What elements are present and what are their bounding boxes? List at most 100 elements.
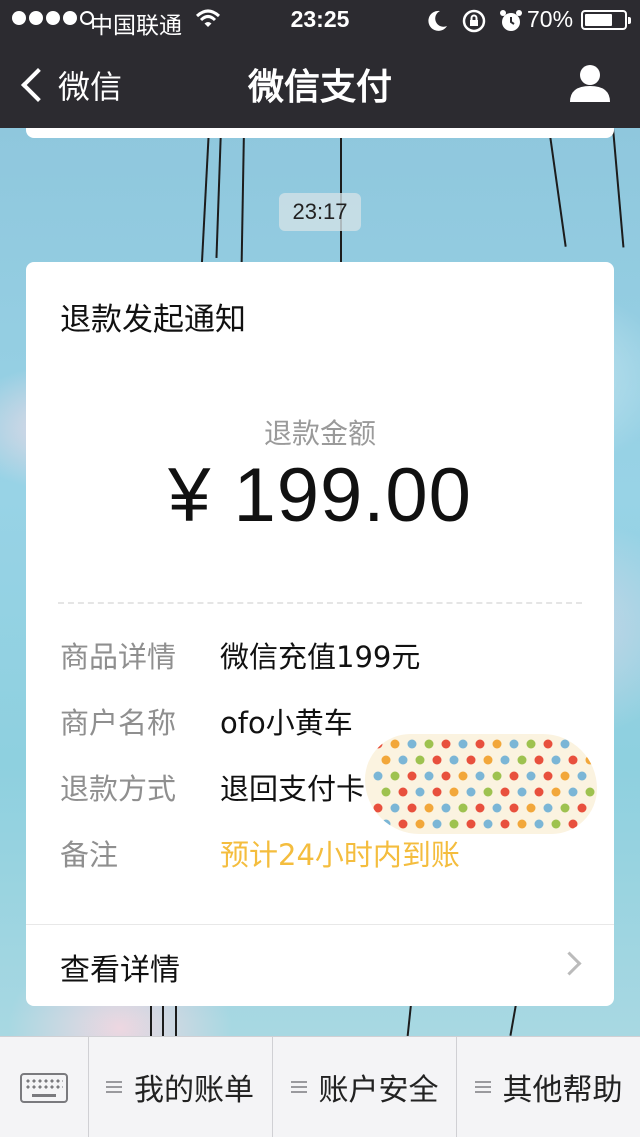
view-details-button[interactable]: 查看详情 xyxy=(26,925,614,1005)
sticker-dot xyxy=(449,787,459,797)
background-wire xyxy=(509,1004,517,1036)
sticker-dot xyxy=(526,739,536,749)
moon-icon xyxy=(428,10,447,31)
sticker-dot xyxy=(466,787,476,797)
sticker-dot xyxy=(551,787,561,797)
sticker-dot xyxy=(390,803,400,813)
row-value: 预计24小时内到账 xyxy=(220,838,460,872)
sticker-dot xyxy=(449,819,459,829)
refund-notification-card[interactable]: 退款发起通知 退款金额 ¥ 199.00 商品详情 微信充值199元 商户名称 of… xyxy=(26,262,614,1006)
sticker-dot xyxy=(475,771,485,781)
sticker-dot xyxy=(415,755,425,765)
sticker-dot xyxy=(568,787,578,797)
menu-icon xyxy=(474,1078,491,1096)
sticker-dot xyxy=(577,771,587,781)
sticker-dot xyxy=(424,771,434,781)
sticker-dot xyxy=(568,819,578,829)
sticker-dot xyxy=(517,819,527,829)
background-wire xyxy=(215,128,222,258)
menu-my-bills[interactable]: 我的账单 xyxy=(88,1037,273,1137)
sticker-dot xyxy=(543,771,553,781)
sticker-dot xyxy=(534,787,544,797)
redaction-sticker xyxy=(365,734,597,834)
battery-level xyxy=(585,14,612,26)
sticker-dot xyxy=(424,803,434,813)
status-icons xyxy=(428,9,522,33)
sticker-dot xyxy=(458,771,468,781)
profile-icon[interactable] xyxy=(569,64,611,102)
top-bar: 中国联通 23:25 70% 微信 微信支付 xyxy=(0,0,640,128)
bottom-menu: 我的账单 账户安全 其他帮助 xyxy=(0,1036,640,1137)
sticker-dot xyxy=(381,819,391,829)
sticker-dot xyxy=(483,787,493,797)
card-title: 退款发起通知 xyxy=(60,302,246,338)
sticker-dot xyxy=(441,739,451,749)
detail-row-refund-method: 退款方式 退回支付卡( xyxy=(60,766,376,808)
menu-account-security[interactable]: 账户安全 xyxy=(273,1037,457,1137)
sticker-dot xyxy=(381,755,391,765)
sticker-dot xyxy=(458,803,468,813)
menu-label: 我的账单 xyxy=(134,1073,254,1108)
sticker-dot xyxy=(500,787,510,797)
sticker-dot xyxy=(551,819,561,829)
sticker-dot xyxy=(415,819,425,829)
menu-other-help[interactable]: 其他帮助 xyxy=(457,1037,640,1137)
sticker-dot xyxy=(483,755,493,765)
sticker-dot xyxy=(560,771,570,781)
background-wire xyxy=(240,128,245,269)
sticker-dot xyxy=(373,803,383,813)
alarm-icon xyxy=(500,10,522,31)
background-wire xyxy=(162,1004,164,1036)
sticker-dot xyxy=(373,771,383,781)
sticker-dot xyxy=(466,819,476,829)
sticker-dot xyxy=(534,755,544,765)
background-wire xyxy=(548,127,567,247)
sticker-dot xyxy=(441,771,451,781)
detail-row-product: 商品详情 微信充值199元 xyxy=(60,634,420,676)
row-value: 微信充值199元 xyxy=(220,640,421,674)
sticker-dot xyxy=(398,755,408,765)
row-key: 退款方式 xyxy=(60,772,177,806)
sticker-dot xyxy=(373,739,383,749)
sticker-dot xyxy=(390,739,400,749)
sticker-dot xyxy=(449,755,459,765)
rotation-lock-icon xyxy=(462,9,486,33)
sticker-dot xyxy=(543,739,553,749)
dashed-divider xyxy=(58,602,582,604)
sticker-dot xyxy=(492,771,502,781)
keyboard-toggle-button[interactable] xyxy=(0,1037,89,1137)
sticker-dot xyxy=(500,819,510,829)
sticker-dot xyxy=(585,755,595,765)
refund-amount: ¥ 199.00 xyxy=(168,453,472,538)
amount-label: 退款金额 xyxy=(263,417,376,450)
sticker-dot xyxy=(534,819,544,829)
sticker-dot xyxy=(577,739,587,749)
sticker-dot xyxy=(560,803,570,813)
sticker-dot xyxy=(390,771,400,781)
message-timestamp: 23:17 xyxy=(279,193,361,231)
sticker-dot xyxy=(517,787,527,797)
sticker-dot xyxy=(398,787,408,797)
battery-icon xyxy=(581,10,631,30)
menu-icon xyxy=(106,1078,122,1096)
sticker-dot xyxy=(407,803,417,813)
row-value: 退回支付卡( xyxy=(220,772,377,806)
sticker-dot xyxy=(441,803,451,813)
sticker-dot xyxy=(568,755,578,765)
sticker-dot xyxy=(398,819,408,829)
sticker-dot xyxy=(432,819,442,829)
sticker-dot xyxy=(517,755,527,765)
view-details-label: 查看详情 xyxy=(60,953,180,988)
sticker-dot xyxy=(560,739,570,749)
background-wire xyxy=(612,127,625,248)
sticker-dot xyxy=(509,739,519,749)
sticker-dot xyxy=(475,739,485,749)
detail-row-merchant: 商户名称 ofo小黄车 xyxy=(60,700,353,742)
sticker-dot xyxy=(585,819,595,829)
detail-row-note: 备注 预计24小时内到账 xyxy=(60,832,460,874)
sticker-dot xyxy=(492,803,502,813)
sticker-dot xyxy=(458,739,468,749)
sticker-dot xyxy=(526,771,536,781)
chevron-right-icon xyxy=(557,951,582,976)
sticker-dot xyxy=(415,787,425,797)
